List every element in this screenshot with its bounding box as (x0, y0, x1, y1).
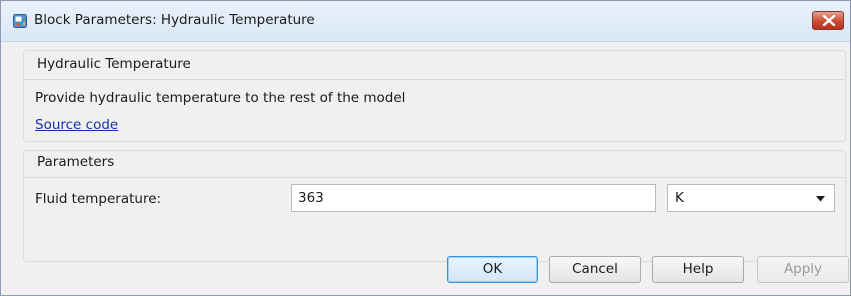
parameters-heading: Parameters (37, 154, 115, 170)
ok-button[interactable]: OK (447, 256, 538, 283)
title-bar[interactable]: Block Parameters: Hydraulic Temperature (1, 1, 850, 42)
fluid-temperature-label: Fluid temperature: (35, 191, 162, 207)
fluid-temperature-input[interactable] (291, 184, 656, 212)
parameters-divider (24, 177, 845, 178)
dropdown-arrow-icon (816, 196, 825, 202)
close-icon (822, 15, 836, 26)
simulink-block-icon (13, 14, 27, 28)
unit-value: K (675, 190, 684, 206)
parameters-panel: Parameters Fluid temperature: K (23, 150, 846, 262)
fluid-temperature-unit-select[interactable]: K (667, 184, 835, 212)
help-button[interactable]: Help (652, 256, 744, 283)
description-text: Provide hydraulic temperature to the res… (35, 90, 406, 106)
description-heading: Hydraulic Temperature (37, 56, 191, 72)
source-code-link[interactable]: Source code (35, 117, 118, 133)
description-panel: Hydraulic Temperature Provide hydraulic … (23, 50, 846, 142)
apply-button[interactable]: Apply (757, 256, 849, 283)
cancel-button[interactable]: Cancel (549, 256, 641, 283)
block-parameters-dialog: Block Parameters: Hydraulic Temperature … (0, 0, 851, 296)
description-divider (24, 79, 845, 80)
window-title: Block Parameters: Hydraulic Temperature (34, 12, 315, 28)
close-button[interactable] (812, 11, 844, 30)
